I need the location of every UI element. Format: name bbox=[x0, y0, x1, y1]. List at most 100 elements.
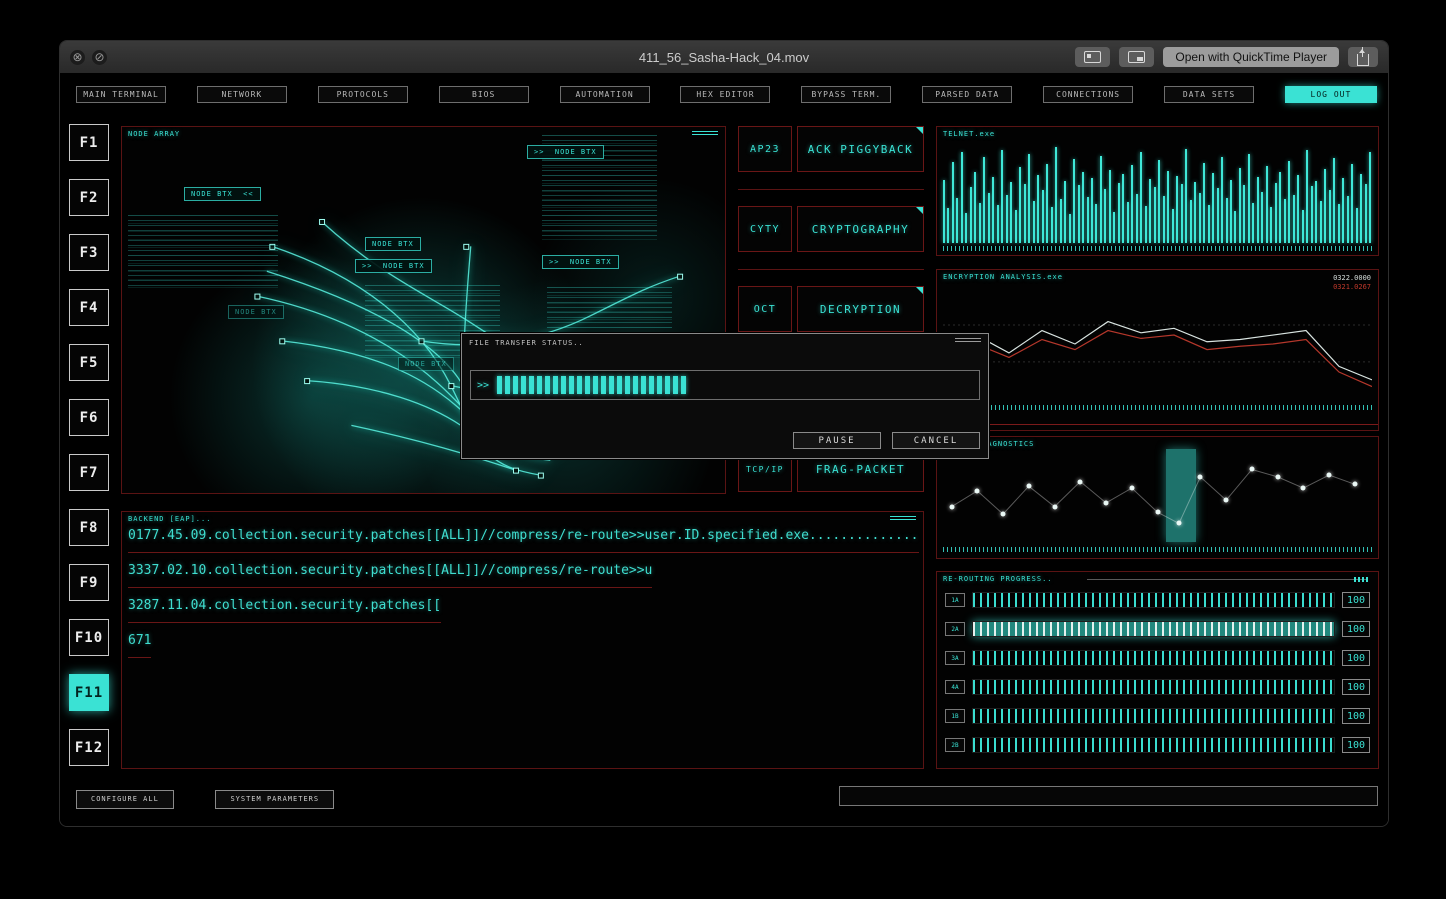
fkey-f9[interactable]: F9 bbox=[69, 564, 109, 601]
histogram-bar bbox=[1082, 172, 1085, 243]
histogram-bar bbox=[1023, 184, 1026, 243]
diagnostics-panel: DIAGNOSTICS bbox=[936, 436, 1379, 559]
diagnostic-point bbox=[1052, 504, 1058, 510]
progress-value: 100 bbox=[1342, 737, 1370, 753]
camera-overlay-icon bbox=[1084, 51, 1102, 63]
tab-data-sets[interactable]: DATA SETS bbox=[1164, 86, 1255, 103]
channel-label: 2A bbox=[945, 622, 965, 636]
diagnostic-point bbox=[1326, 472, 1332, 478]
histogram-bar bbox=[1315, 181, 1318, 243]
picture-in-picture-button[interactable] bbox=[1119, 47, 1155, 67]
rerouting-progress-panel: RE-ROUTING PROGRESS.. 1A 100 2A 100 3A 100 4A 1… bbox=[936, 571, 1379, 769]
system-parameters-button[interactable]: SYSTEM PARAMETERS bbox=[215, 789, 335, 809]
cancel-button[interactable]: CANCEL bbox=[892, 432, 980, 449]
progress-segment bbox=[577, 376, 583, 394]
fkey-f7[interactable]: F7 bbox=[69, 454, 109, 491]
dialog-grip-icon[interactable] bbox=[955, 338, 981, 343]
progress-segment bbox=[505, 376, 511, 394]
histogram-bar bbox=[1337, 203, 1340, 243]
rerouting-row: 1B 100 bbox=[945, 706, 1370, 726]
progress-segment bbox=[569, 376, 575, 394]
pause-button[interactable]: PAUSE bbox=[793, 432, 881, 449]
close-icon[interactable]: ⊗ bbox=[70, 49, 85, 65]
histogram-bar bbox=[1234, 210, 1237, 243]
histogram-bar bbox=[1095, 203, 1098, 243]
node-tag: NODE BTX bbox=[228, 305, 284, 319]
histogram-bar bbox=[1297, 175, 1300, 243]
progress-segment bbox=[609, 376, 615, 394]
rerouting-row: 1A 100 bbox=[945, 590, 1370, 610]
node-tag: NODE BTX bbox=[398, 357, 454, 371]
tab-bypass-term-[interactable]: BYPASS TERM. bbox=[801, 86, 892, 103]
open-with-quicktime-button[interactable]: Open with QuickTime Player bbox=[1163, 47, 1339, 67]
fkey-f4[interactable]: F4 bbox=[69, 289, 109, 326]
configure-all-button[interactable]: CONFIGURE ALL bbox=[76, 789, 174, 809]
channel-label: 2B bbox=[945, 738, 965, 752]
histogram-bar bbox=[1364, 184, 1367, 243]
fkey-f8[interactable]: F8 bbox=[69, 509, 109, 546]
rerouting-row: 3A 100 bbox=[945, 648, 1370, 668]
progress-segment bbox=[585, 376, 591, 394]
histogram-bar bbox=[1086, 196, 1089, 243]
diagnostic-point bbox=[1275, 474, 1281, 480]
fkey-f6[interactable]: F6 bbox=[69, 399, 109, 436]
progress-value: 100 bbox=[1342, 679, 1370, 695]
histogram-bar bbox=[978, 202, 981, 243]
share-button[interactable] bbox=[1348, 46, 1378, 67]
histogram-bar bbox=[1256, 177, 1259, 243]
transfer-progress: >> bbox=[470, 370, 980, 400]
histogram-bar bbox=[1131, 165, 1134, 243]
module-cryptography[interactable]: CYTY CRYPTOGRAPHY bbox=[738, 206, 924, 252]
rerouting-bar bbox=[972, 679, 1335, 695]
module-ack-piggyback[interactable]: AP23 ACK PIGGYBACK bbox=[738, 126, 924, 172]
fkey-f3[interactable]: F3 bbox=[69, 234, 109, 271]
encryption-analysis-panel: ENCRYPTION ANALYSIS.exe 0322.0000 0321.0… bbox=[936, 269, 1379, 431]
fkey-f12[interactable]: F12 bbox=[69, 729, 109, 766]
progress-slider[interactable] bbox=[1087, 577, 1368, 582]
fkey-f11[interactable]: F11 bbox=[69, 674, 109, 711]
fkey-f5[interactable]: F5 bbox=[69, 344, 109, 381]
histogram-bar bbox=[1135, 193, 1138, 243]
tab-connections[interactable]: CONNECTIONS bbox=[1043, 86, 1134, 103]
progress-segment bbox=[625, 376, 631, 394]
histogram-bar bbox=[1238, 168, 1241, 243]
histogram-bar bbox=[1176, 176, 1179, 243]
tab-automation[interactable]: AUTOMATION bbox=[559, 86, 650, 103]
command-input[interactable] bbox=[839, 786, 1378, 806]
histogram-bar bbox=[1310, 186, 1313, 243]
tab-parsed-data[interactable]: PARSED DATA bbox=[922, 86, 1013, 103]
histogram-bar bbox=[1261, 191, 1264, 243]
histogram-bar bbox=[1140, 152, 1143, 243]
fkey-f2[interactable]: F2 bbox=[69, 179, 109, 216]
module-decryption[interactable]: OCT DECRYPTION bbox=[738, 286, 924, 332]
histogram-bar bbox=[1283, 198, 1286, 243]
tab-protocols[interactable]: PROTOCOLS bbox=[317, 86, 408, 103]
histogram-bar bbox=[1055, 147, 1058, 243]
rerouting-row: 4A 100 bbox=[945, 677, 1370, 697]
histogram-bar bbox=[1171, 208, 1174, 243]
diagnostic-point bbox=[1077, 479, 1083, 485]
tab-log-out[interactable]: LOG OUT bbox=[1284, 86, 1377, 103]
tab-bios[interactable]: BIOS bbox=[438, 86, 529, 103]
prohibit-icon[interactable]: ⊘ bbox=[92, 49, 107, 65]
diagnostic-point bbox=[949, 504, 955, 510]
axis-ticks bbox=[943, 547, 1372, 552]
histogram-bar bbox=[969, 187, 972, 243]
progress-segment bbox=[529, 376, 535, 394]
panel-grip-icon[interactable] bbox=[890, 516, 916, 521]
histogram-bar bbox=[1346, 195, 1349, 243]
tab-hex-editor[interactable]: HEX EDITOR bbox=[680, 86, 771, 103]
histogram-bar bbox=[1005, 194, 1008, 243]
fkey-f10[interactable]: F10 bbox=[69, 619, 109, 656]
histogram-bar bbox=[1225, 197, 1228, 243]
axis-ticks bbox=[943, 405, 1372, 410]
readout-primary: 0322.0000 bbox=[1333, 274, 1371, 282]
tab-main-terminal[interactable]: MAIN TERMINAL bbox=[76, 86, 166, 103]
tab-network[interactable]: NETWORK bbox=[196, 86, 287, 103]
histogram-bar bbox=[1046, 164, 1049, 243]
fkey-f1[interactable]: F1 bbox=[69, 124, 109, 161]
histogram-bar bbox=[1180, 184, 1183, 243]
overlay-button[interactable] bbox=[1075, 47, 1111, 67]
panel-grip-icon[interactable] bbox=[692, 131, 718, 136]
diagnostic-point bbox=[1103, 500, 1109, 506]
